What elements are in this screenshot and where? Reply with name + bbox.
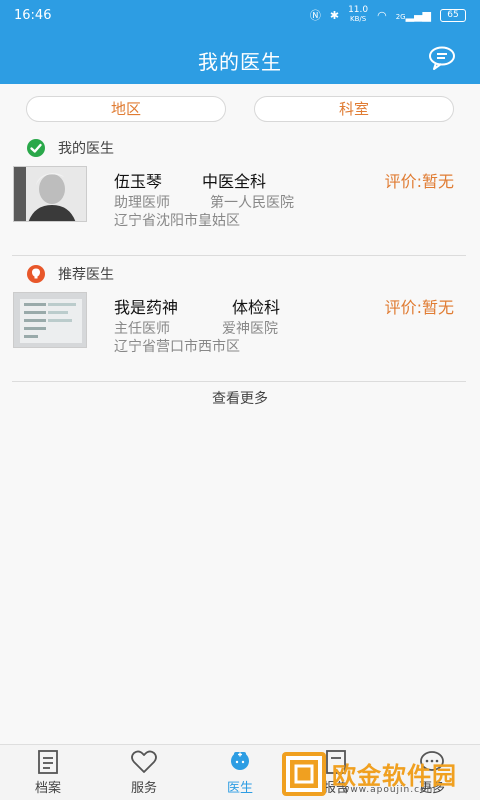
doctor-name: 伍玉琴 xyxy=(114,172,163,191)
doctor-hospital: 爱神医院 xyxy=(222,321,278,337)
doctor-card[interactable]: 我是药神 体检科 评价:暂无 主任医师 爱神医院 辽宁省营口市西市区 xyxy=(12,292,466,382)
filter-bar: 地区 科室 xyxy=(0,96,480,124)
doctor-department: 体检科 xyxy=(232,298,281,317)
battery-icon: 65 xyxy=(440,8,466,22)
status-icons: Ⓝ ✱ 11.0 KB/S ◠ 2G▂▄▆ 65 xyxy=(310,6,466,24)
tab-services[interactable]: 服务 xyxy=(114,749,174,797)
doctor-hospital: 第一人民医院 xyxy=(210,195,294,211)
doctor-title: 助理医师 xyxy=(114,195,170,211)
view-more-link[interactable]: 查看更多 xyxy=(0,388,480,408)
doctor-address: 辽宁省营口市西市区 xyxy=(114,339,240,355)
tab-label: 服务 xyxy=(130,781,157,796)
doctor-address: 辽宁省沈阳市皇姑区 xyxy=(114,213,240,229)
recommended-doctors-heading: 推荐医生 xyxy=(26,264,114,284)
signal-icon: 2G▂▄▆ xyxy=(395,8,431,22)
watermark-logo xyxy=(282,752,326,796)
doctor-title: 主任医师 xyxy=(114,321,170,337)
doctor-card[interactable]: 伍玉琴 中医全科 评价:暂无 助理医师 第一人民医院 辽宁省沈阳市皇姑区 xyxy=(12,166,466,256)
watermark-logo-mark xyxy=(286,756,322,792)
clipboard-icon xyxy=(38,750,58,774)
my-doctors-heading: 我的医生 xyxy=(26,138,114,158)
heart-icon xyxy=(131,750,157,773)
bulb-icon xyxy=(27,265,45,283)
doctor-rating: 评价:暂无 xyxy=(384,172,454,191)
status-bar: 16:46 Ⓝ ✱ 11.0 KB/S ◠ 2G▂▄▆ 65 xyxy=(0,0,480,30)
doctor-department: 中医全科 xyxy=(202,172,267,191)
my-doctors-label: 我的医生 xyxy=(58,141,114,157)
chat-bubble-icon[interactable] xyxy=(428,46,456,70)
department-filter-button[interactable]: 科室 xyxy=(254,96,454,122)
doctor-name: 我是药神 xyxy=(114,298,179,317)
tab-label: 医生 xyxy=(226,781,253,796)
doctor-avatar xyxy=(13,166,87,222)
form-screenshot-photo xyxy=(14,293,86,347)
watermark: 欧金软件园 www.apoujin.com xyxy=(282,752,476,798)
bluetooth-icon: ✱ xyxy=(329,8,340,22)
status-time: 16:46 xyxy=(14,7,52,23)
tab-records[interactable]: 档案 xyxy=(18,749,78,797)
watermark-url: www.apoujin.com xyxy=(342,785,437,795)
portrait-photo xyxy=(14,167,86,221)
top-bar: 我的医生 xyxy=(0,30,480,84)
tab-label: 档案 xyxy=(34,781,61,796)
net-speed: 11.0 KB/S xyxy=(348,5,369,24)
doctor-icon xyxy=(231,752,249,770)
doctor-avatar xyxy=(13,292,87,348)
check-circle-icon xyxy=(27,139,45,157)
tab-doctors[interactable]: 医生 xyxy=(210,749,270,797)
nfc-icon: Ⓝ xyxy=(309,9,321,22)
doctor-rating: 评价:暂无 xyxy=(384,298,454,317)
page-title: 我的医生 xyxy=(198,50,282,74)
region-filter-button[interactable]: 地区 xyxy=(26,96,226,122)
wifi-icon: ◠ xyxy=(377,8,387,22)
recommended-doctors-label: 推荐医生 xyxy=(58,267,114,283)
